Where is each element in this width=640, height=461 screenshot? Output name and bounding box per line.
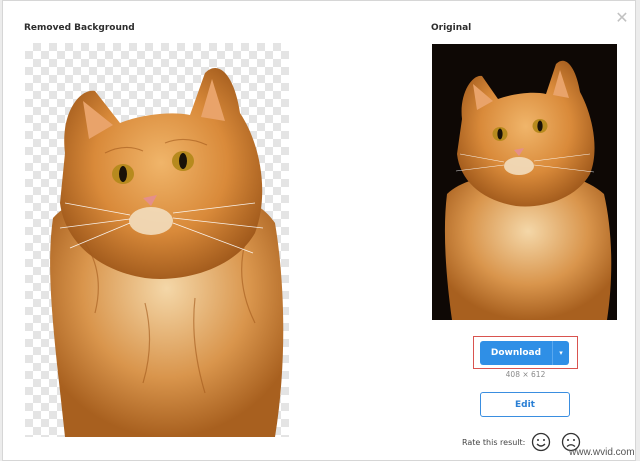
original-image-frame (432, 44, 617, 320)
removed-background-label: Removed Background (24, 23, 135, 33)
watermark: www.wvid.com (569, 447, 635, 458)
cat-cutout-image (50, 67, 284, 437)
cat-original-image (432, 44, 617, 320)
download-button[interactable]: Download ▾ (480, 341, 569, 365)
removed-background-preview (25, 43, 289, 437)
chevron-down-icon[interactable]: ▾ (552, 341, 569, 365)
download-button-label[interactable]: Download (480, 341, 552, 365)
image-dimensions: 408 × 612 (505, 370, 546, 379)
rate-result-label: Rate this result: (462, 438, 526, 447)
result-modal: Removed Background Original ✕ Download ▾… (2, 0, 636, 461)
smile-icon[interactable] (531, 432, 551, 452)
close-icon[interactable]: ✕ (613, 9, 631, 27)
edit-button[interactable]: Edit (480, 392, 570, 417)
original-label: Original (431, 23, 472, 33)
